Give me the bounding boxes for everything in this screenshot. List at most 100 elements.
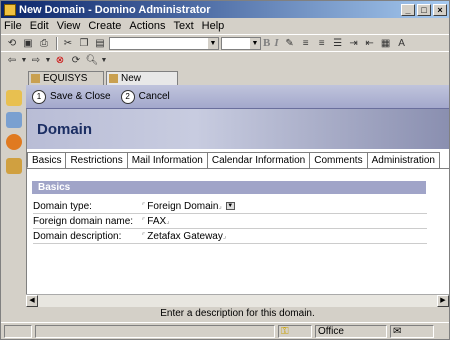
document-icon [109, 74, 118, 83]
tab-new-domain[interactable]: New Domain × [106, 71, 178, 97]
status-bar: ⚿ Office ✉ [1, 322, 449, 339]
tab-basics[interactable]: Basics [27, 152, 67, 168]
field-domain-description: Domain description: ⌜ Zetafax Gateway ⌟ [33, 229, 427, 244]
toolbar-main: ⟲ ▣ ⎙ ✂ ❐ ▤ ▼ ▼ B I ✎ ≡ ≡ ☰ ⇥ ⇤ ▦ A [1, 34, 449, 51]
save-close-button[interactable]: 1 Save & Close [32, 89, 111, 104]
bookmark-rail [1, 68, 26, 322]
field-domain-type: Domain type: ⌜ Foreign Domain ⌟ ▼ [33, 199, 427, 214]
scroll-right-icon[interactable]: ▶ [437, 295, 449, 307]
field-label: Domain description: [33, 230, 122, 242]
window-title: New Domain - Domino Administrator [19, 3, 211, 16]
section-header: Basics [32, 181, 426, 194]
status-panel[interactable] [4, 324, 32, 338]
field-value: FAX [147, 215, 167, 227]
mail-icon[interactable]: ✉ [390, 324, 434, 338]
field-value: Zetafax Gateway [147, 230, 223, 242]
back-icon[interactable]: ⇦ [5, 54, 19, 67]
field-hint: Enter a description for this domain. [26, 307, 449, 321]
domain-icon [31, 74, 40, 83]
document-content: Domain Basics Restrictions Mail Informat… [26, 109, 449, 309]
chevron-down-icon[interactable]: ▼ [225, 202, 235, 210]
tab-equisys-domain[interactable]: EQUISYS Domain [28, 71, 104, 97]
menu-file[interactable]: File [4, 20, 22, 32]
toolbar-nav: ⇦ ▼ ⇨ ▼ ⊗ ⟳ 🔍︎ ▼ [1, 51, 449, 68]
italic-icon[interactable]: I [274, 37, 278, 49]
align-center-icon[interactable]: ≡ [315, 37, 329, 50]
style-combo[interactable]: ▼ [109, 36, 219, 50]
tab-comments[interactable]: Comments [309, 152, 368, 168]
chevron-down-icon: ▼ [208, 37, 218, 49]
domain-description-input[interactable]: ⌜ Zetafax Gateway ⌟ [142, 231, 228, 242]
action-bar: 1 Save & Close 2 Cancel [26, 85, 449, 109]
size-combo[interactable]: ▼ [221, 36, 261, 50]
highlight-icon[interactable]: ✎ [283, 37, 297, 50]
toolbar-divider [56, 36, 58, 50]
replicator-icon[interactable] [6, 112, 22, 128]
domain-type-select[interactable]: ⌜ Foreign Domain ⌟ ▼ [142, 201, 235, 212]
indent-icon[interactable]: ⇥ [347, 37, 361, 50]
cut-icon[interactable]: ✂ [61, 37, 75, 50]
tab-restrictions[interactable]: Restrictions [65, 152, 128, 168]
menu-view[interactable]: View [57, 20, 81, 32]
forward-icon[interactable]: ⇨ [29, 54, 43, 67]
copy-icon[interactable]: ❐ [77, 37, 91, 50]
document-tabs: Basics Restrictions Mail Information Cal… [27, 152, 449, 169]
chevron-down-icon[interactable]: ▼ [101, 54, 108, 67]
menu-help[interactable]: Help [202, 20, 225, 32]
tab-mail-information[interactable]: Mail Information [126, 152, 208, 168]
maximize-button[interactable]: □ [417, 3, 431, 16]
field-bracket-icon: ⌜ [142, 233, 146, 240]
status-message-panel[interactable] [35, 324, 275, 338]
form-title: Domain [37, 121, 93, 138]
field-value: Foreign Domain [147, 200, 219, 212]
menu-edit[interactable]: Edit [30, 20, 49, 32]
align-left-icon[interactable]: ≡ [299, 37, 313, 50]
search-icon[interactable]: 🔍︎ [85, 54, 99, 67]
chevron-down-icon[interactable]: ▼ [45, 54, 52, 67]
scroll-left-icon[interactable]: ◀ [26, 295, 38, 307]
stop-icon[interactable]: ⊗ [53, 54, 67, 67]
favorites-icon[interactable] [6, 134, 22, 150]
list-icon[interactable]: ☰ [331, 37, 345, 50]
tab-calendar-information[interactable]: Calendar Information [206, 152, 311, 168]
field-foreign-domain-name: Foreign domain name: ⌜ FAX ⌟ [33, 214, 427, 229]
bold-icon[interactable]: B [263, 37, 270, 49]
paste-icon[interactable]: ▤ [93, 37, 107, 50]
save-close-icon: 1 [32, 89, 46, 104]
minimize-button[interactable]: _ [401, 3, 415, 16]
foreign-domain-name-input[interactable]: ⌜ FAX ⌟ [142, 216, 171, 227]
field-label: Foreign domain name: [33, 215, 134, 227]
app-icon [4, 3, 16, 16]
key-icon[interactable]: ⚿ [278, 324, 312, 338]
outdent-icon[interactable]: ⇤ [363, 37, 377, 50]
reload-icon[interactable]: ⟳ [69, 54, 83, 67]
close-button[interactable]: × [433, 3, 447, 16]
action-label: Cancel [138, 91, 170, 102]
menu-actions[interactable]: Actions [129, 20, 165, 32]
tab-administration[interactable]: Administration [366, 152, 440, 168]
field-bracket-icon: ⌟ [166, 218, 170, 225]
cancel-button[interactable]: 2 Cancel [120, 89, 170, 104]
databases-icon[interactable] [6, 158, 22, 174]
chevron-down-icon[interactable]: ▼ [21, 54, 28, 67]
font-icon[interactable]: A [395, 37, 409, 50]
field-bracket-icon: ⌟ [218, 203, 222, 210]
chevron-down-icon: ▼ [250, 37, 260, 49]
properties-icon[interactable]: ▦ [379, 37, 393, 50]
app-window: New Domain - Domino Administrator _ □ × … [0, 0, 450, 340]
window-tabs: EQUISYS Domain New Domain × [26, 68, 449, 97]
form-banner: Domain [27, 109, 449, 149]
bookmark-icon[interactable] [6, 90, 22, 106]
print-icon[interactable]: ⎙ [37, 37, 51, 50]
menu-bar: File Edit View Create Actions Text Help [1, 18, 449, 34]
field-bracket-icon: ⌟ [222, 233, 227, 240]
title-bar: New Domain - Domino Administrator _ □ × [1, 1, 449, 18]
menu-create[interactable]: Create [88, 20, 121, 32]
field-bracket-icon: ⌜ [142, 218, 146, 225]
save-icon[interactable]: ▣ [21, 37, 35, 50]
location-selector[interactable]: Office [315, 324, 387, 338]
horizontal-scrollbar[interactable]: ◀ ▶ [26, 294, 449, 307]
cancel-icon: 2 [120, 89, 135, 104]
refresh-icon[interactable]: ⟲ [5, 37, 19, 50]
menu-text[interactable]: Text [173, 20, 193, 32]
